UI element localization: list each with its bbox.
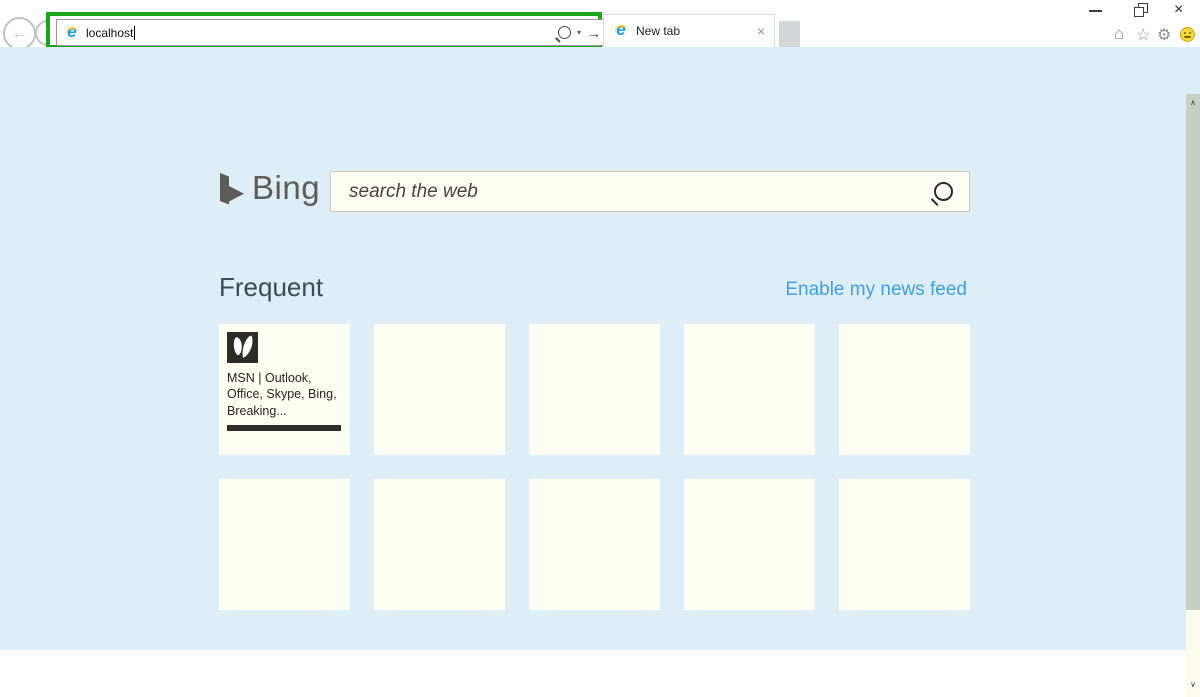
scroll-down-icon[interactable]: ∨ [1186,680,1200,689]
enable-news-feed-link[interactable]: Enable my news feed [785,279,967,301]
close-button[interactable]: × [1174,1,1183,19]
settings-gear-icon[interactable]: ⚙ [1157,25,1171,45]
frequent-tile-empty[interactable] [219,479,350,610]
new-tab-button[interactable] [779,21,800,47]
msn-logo-icon [227,332,258,363]
minimize-button[interactable] [1089,10,1102,12]
address-bar[interactable]: e localhost ▾ → [56,19,609,46]
back-button[interactable]: ← [3,17,36,50]
search-placeholder: search the web [349,181,478,203]
address-url[interactable]: localhost [86,26,133,40]
vertical-scrollbar[interactable]: ∧ ∨ [1186,94,1200,697]
frequent-tile-empty[interactable] [839,324,970,455]
text-caret [134,26,135,40]
tile-title: MSN | Outlook, Office, Skype, Bing, Brea… [227,370,344,419]
frequent-heading: Frequent [219,272,323,303]
frequent-tile-empty[interactable] [374,479,505,610]
ie-favicon: e [613,23,629,39]
search-magnifier-icon[interactable] [934,182,953,201]
scrollbar-thumb[interactable] [1186,94,1200,610]
bing-logo-text: Bing [252,169,320,207]
ie-favicon: e [64,25,80,41]
tab-close-icon[interactable]: × [757,24,765,38]
bing-logo-icon [213,171,247,207]
favorites-star-icon[interactable]: ☆ [1136,25,1150,45]
scroll-up-icon[interactable]: ∧ [1186,98,1200,107]
browser-chrome: ← → e localhost ▾ → e New tab × [0,0,1200,47]
go-arrow-icon[interactable]: → [587,25,601,41]
frequent-tile-empty[interactable] [839,479,970,610]
home-icon[interactable]: ⌂ [1114,24,1124,44]
frequent-tile-empty[interactable] [529,479,660,610]
restore-button[interactable] [1134,3,1149,18]
search-icon[interactable] [558,26,571,39]
new-tab-page: Bing search the web Frequent Enable my n… [0,47,1200,650]
tab-new-tab[interactable]: e New tab × [603,14,775,47]
feedback-smiley-icon[interactable] [1180,27,1195,42]
frequent-tile-msn[interactable]: MSN | Outlook, Office, Skype, Bing, Brea… [219,324,350,455]
frequent-tiles-grid: MSN | Outlook, Office, Skype, Bing, Brea… [219,324,970,610]
back-icon: ← [12,25,28,43]
bing-search-input[interactable]: search the web [330,171,970,212]
annotation-highlight-box: e localhost ▾ → [46,12,602,49]
tab-title: New tab [636,24,680,38]
frequent-tile-empty[interactable] [684,324,815,455]
frequent-tile-empty[interactable] [684,479,815,610]
frequent-tile-empty[interactable] [374,324,505,455]
address-dropdown-icon[interactable]: ▾ [577,28,581,37]
tile-frequency-bar [227,425,341,431]
frequent-tile-empty[interactable] [529,324,660,455]
